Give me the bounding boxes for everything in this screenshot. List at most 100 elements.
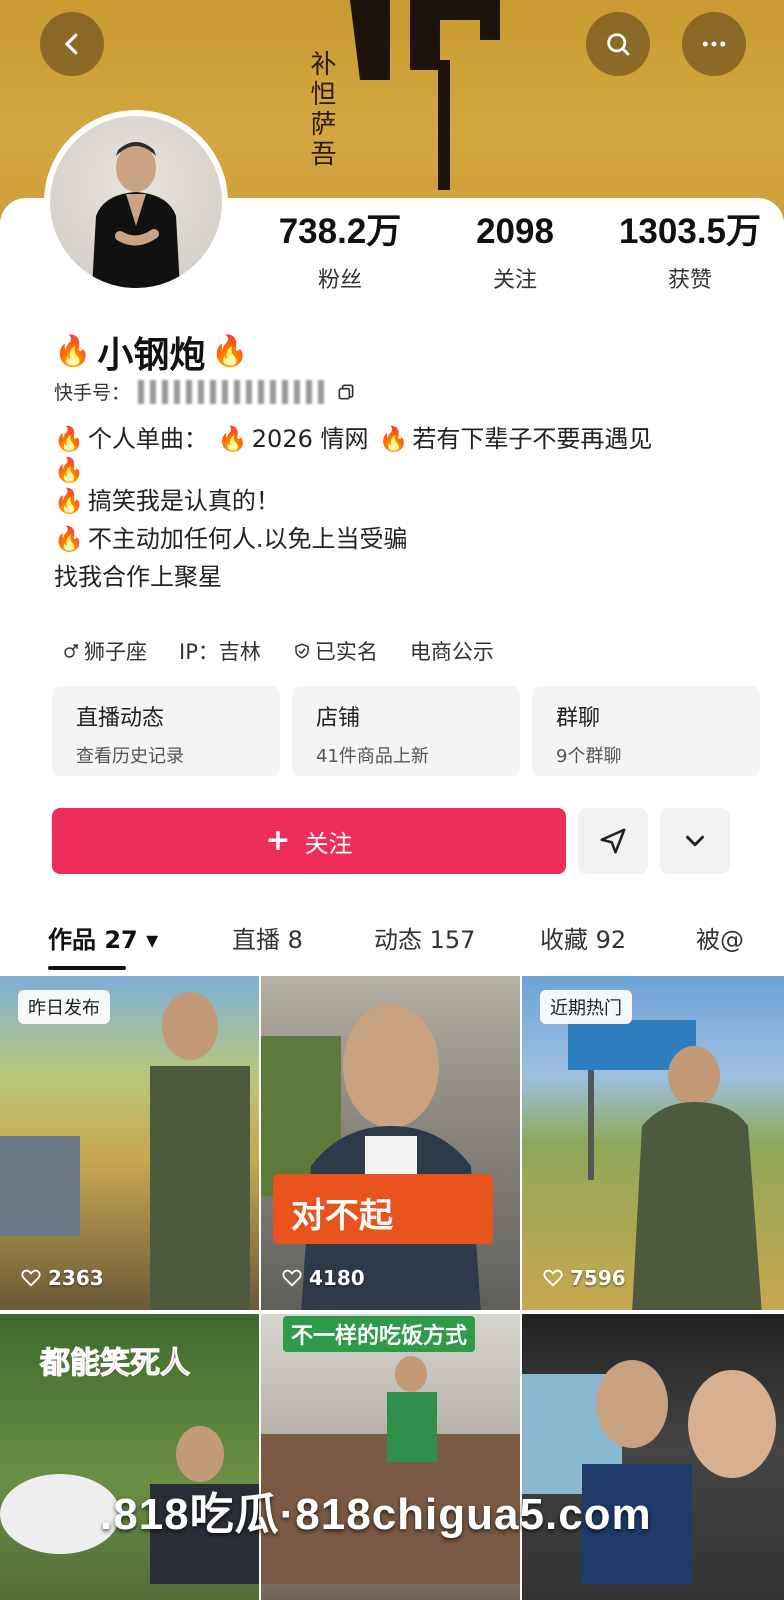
card-subtitle: 查看历史记录 <box>76 746 184 767</box>
bio-text: 2026 情网 <box>251 425 369 453</box>
like-count-value: 7596 <box>570 1266 626 1290</box>
calligraphy-artwork <box>350 0 500 190</box>
expand-button[interactable] <box>660 808 730 874</box>
zodiac-tag: 狮子座 <box>62 636 147 666</box>
video-tile[interactable]: 对不起 4180 <box>261 976 522 1314</box>
following-stat[interactable]: 2098 关注 <box>435 212 595 294</box>
bio-line: 🔥 搞笑我是认真的！ <box>54 482 754 520</box>
bio-line: 🔥 不主动加任何人.以免上当受骗 <box>54 520 754 558</box>
bio-text: 若有下辈子不要再遇见 <box>412 425 653 453</box>
stat-label: 粉丝 <box>317 268 362 293</box>
fire-icon: 🔥 <box>54 487 84 515</box>
heart-icon <box>543 1269 563 1287</box>
video-thumbnail <box>568 1020 762 1310</box>
content-tabs: 作品 27 ▾ 直播 8 动态 157 收藏 92 被@ <box>0 912 784 974</box>
bio-text: 个人单曲： <box>87 425 208 453</box>
like-count-value: 2363 <box>48 1266 104 1290</box>
video-thumbnail <box>0 992 250 1310</box>
live-history-card[interactable]: 直播动态 查看历史记录 <box>52 686 280 776</box>
bio-line: 找我合作上聚星 <box>54 558 754 596</box>
kuaishou-id-row: 快手号： <box>54 378 356 405</box>
bio-text: 不主动加任何人.以免上当受骗 <box>87 525 408 553</box>
video-tile[interactable]: 近期热门 7596 <box>522 976 784 1314</box>
search-button[interactable] <box>586 12 650 76</box>
video-tile[interactable]: 不一样的吃饭方式 <box>261 1314 522 1600</box>
ecommerce-tag[interactable]: 电商公示 <box>410 636 494 666</box>
back-button[interactable] <box>40 12 104 76</box>
fire-icon: 🔥 <box>54 334 92 369</box>
card-title: 店铺 <box>316 706 361 731</box>
avatar-photo <box>50 116 222 288</box>
card-subtitle: 41件商品上新 <box>316 746 429 767</box>
group-chat-card[interactable]: 群聊 9个群聊 <box>532 686 760 776</box>
tab-moments[interactable]: 动态 157 <box>374 920 475 955</box>
bio-text: 搞笑我是认真的！ <box>87 487 280 515</box>
card-subtitle: 9个群聊 <box>556 746 622 767</box>
video-badge: 近期热门 <box>540 990 632 1024</box>
card-title: 直播动态 <box>76 706 165 731</box>
stat-label: 关注 <box>492 268 537 293</box>
likes-stat[interactable]: 1303.5万 获赞 <box>610 212 770 294</box>
heart-icon <box>21 1269 41 1287</box>
video-thumbnail <box>261 1356 520 1584</box>
more-icon <box>702 41 726 47</box>
tag-label: 狮子座 <box>84 640 147 664</box>
video-caption: 对不起 <box>291 1196 393 1236</box>
copy-icon[interactable] <box>336 382 356 402</box>
verified-tag[interactable]: 已实名 <box>293 636 378 666</box>
male-icon <box>64 644 78 658</box>
tag-label: 电商公示 <box>409 640 494 664</box>
bio-line: 🔥 个人单曲： 🔥 2026 情网 🔥 若有下辈子不要再遇见 <box>54 420 754 458</box>
follow-label: 关注 <box>304 829 353 858</box>
avatar[interactable] <box>44 110 228 294</box>
message-button[interactable] <box>578 808 648 874</box>
tab-mentions[interactable]: 被@ <box>696 920 744 955</box>
fire-icon: 🔥 <box>54 525 84 553</box>
fire-icon: 🔥 <box>378 425 409 453</box>
chevron-left-icon <box>65 33 78 55</box>
ip-tag: IP：吉林 <box>179 636 261 666</box>
calligraphy-text: 补怛萨吾 <box>306 50 336 170</box>
shop-card[interactable]: 店铺 41件商品上新 <box>292 686 520 776</box>
card-title: 群聊 <box>556 706 601 731</box>
kuaishou-id-label: 快手号： <box>54 382 131 404</box>
fire-icon: 🔥 <box>54 425 84 453</box>
stats-row: 738.2万 粉丝 2098 关注 1303.5万 获赞 <box>260 212 770 294</box>
video-tile[interactable] <box>522 1314 784 1600</box>
stat-label: 获赞 <box>667 268 712 293</box>
fire-icon: 🔥 <box>217 425 248 453</box>
like-count-value: 4180 <box>309 1266 365 1290</box>
follow-button[interactable]: + 关注 <box>52 808 566 874</box>
like-count: 4180 <box>281 1266 365 1290</box>
active-tab-indicator <box>48 966 126 970</box>
quick-links: 直播动态 查看历史记录 店铺 41件商品上新 群聊 9个群聊 <box>52 686 760 776</box>
followers-stat[interactable]: 738.2万 粉丝 <box>260 212 420 294</box>
stat-value: 2098 <box>476 212 554 251</box>
tab-live[interactable]: 直播 8 <box>232 920 303 955</box>
like-count: 7596 <box>542 1266 626 1290</box>
stat-value: 1303.5万 <box>618 212 762 251</box>
kuaishou-id-blurred <box>138 379 329 404</box>
search-icon <box>607 33 630 56</box>
chevron-down-icon <box>686 835 704 847</box>
video-thumbnail <box>261 1004 493 1310</box>
bio-text: 找我合作上聚星 <box>54 563 222 591</box>
video-tile[interactable]: 昨日发布 2363 <box>0 976 261 1314</box>
tab-favorites[interactable]: 收藏 92 <box>540 920 626 955</box>
tab-works[interactable]: 作品 27 ▾ <box>48 920 158 955</box>
video-caption: 都能笑死人 <box>40 1346 191 1382</box>
tag-label: 已实名 <box>314 640 378 664</box>
video-badge: 昨日发布 <box>18 990 110 1024</box>
action-row: + 关注 <box>52 808 730 874</box>
more-button[interactable] <box>682 12 746 76</box>
fire-icon: 🔥 <box>54 456 84 484</box>
shield-check-icon <box>295 643 309 659</box>
tag-label: IP：吉林 <box>179 640 261 664</box>
like-count: 2363 <box>20 1266 104 1290</box>
video-tile[interactable]: 都能笑死人 <box>0 1314 261 1600</box>
profile-name: 小钢炮 <box>97 335 206 376</box>
profile-name-row: 🔥 小钢炮 🔥 <box>54 326 249 378</box>
video-caption: 不一样的吃饭方式 <box>283 1316 476 1352</box>
profile-tags: 狮子座 IP：吉林 已实名 电商公示 <box>62 636 494 666</box>
video-thumbnail <box>522 1360 776 1584</box>
